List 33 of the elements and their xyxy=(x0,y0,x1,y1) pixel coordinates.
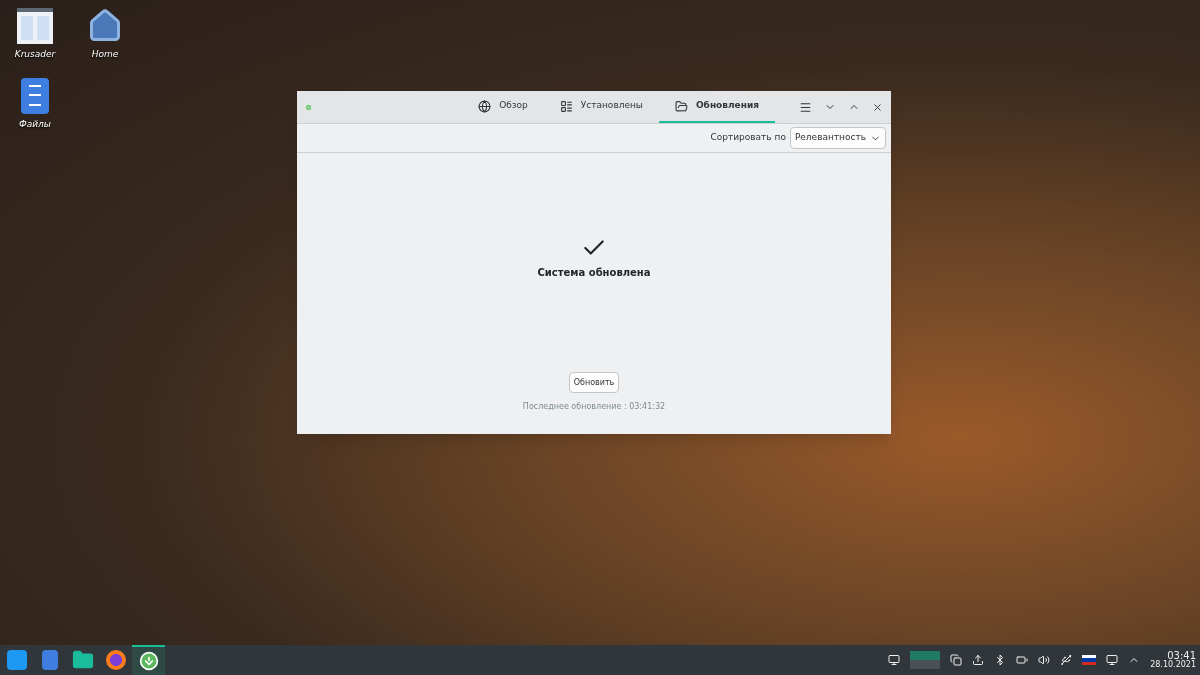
sort-label: Сортировать по xyxy=(710,131,786,145)
globe-icon xyxy=(478,99,492,113)
status-title: Система обновлена xyxy=(537,266,651,280)
flag-icon[interactable] xyxy=(1082,655,1097,665)
clock-time[interactable]: 03:41 xyxy=(1167,651,1196,661)
usb-icon[interactable] xyxy=(1060,654,1073,666)
taskbar-item[interactable] xyxy=(132,645,165,675)
launcher-icon[interactable] xyxy=(6,650,27,670)
folder-icon xyxy=(674,99,688,113)
download-icon[interactable] xyxy=(138,651,159,671)
menu-icon[interactable] xyxy=(799,100,812,114)
battery-icon[interactable] xyxy=(1016,654,1029,666)
desktop-icon-label[interactable]: Home xyxy=(91,48,119,62)
desktop-icon[interactable] xyxy=(888,654,901,666)
browser-icon[interactable] xyxy=(105,650,126,670)
file-manager-icon xyxy=(17,8,53,44)
sort-dropdown[interactable]: Релевантность xyxy=(789,127,886,149)
cabinet-icon xyxy=(21,77,49,114)
desktop-icon-label[interactable]: Krusader xyxy=(14,48,56,62)
close-icon[interactable] xyxy=(872,101,883,113)
volume-icon[interactable] xyxy=(1038,654,1051,666)
clock-date[interactable]: 28.10.2021 xyxy=(1150,661,1196,669)
desktop-icon-label[interactable]: Файлы xyxy=(19,117,51,131)
network-icon[interactable] xyxy=(1106,654,1119,666)
windows-icon[interactable] xyxy=(950,654,963,666)
tab[interactable]: Установлены xyxy=(543,91,659,123)
update-button[interactable]: Обновить xyxy=(568,372,620,393)
list-icon xyxy=(559,99,573,113)
tab[interactable]: Обновления xyxy=(658,91,775,123)
tab[interactable]: Обзор xyxy=(462,91,544,123)
last-update-text: Последнее обновление : 03:41:32 xyxy=(522,401,666,413)
upload-icon[interactable] xyxy=(972,654,985,666)
cabinet-icon[interactable] xyxy=(41,650,58,670)
